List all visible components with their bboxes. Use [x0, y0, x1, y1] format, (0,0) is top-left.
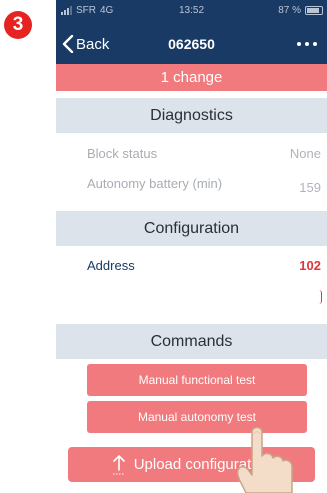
- page-title: 062650: [168, 36, 215, 52]
- address-label: Address: [87, 258, 135, 273]
- screenshot-stage: 3 SFR 4G 13:52 87 % Back 062650 1 change…: [0, 0, 327, 493]
- scroll-indicator: [319, 290, 322, 304]
- change-banner[interactable]: 1 change: [56, 64, 327, 91]
- battery-percent: 87 %: [278, 5, 301, 16]
- step-number: 3: [12, 14, 24, 35]
- address-value[interactable]: 102: [299, 258, 321, 273]
- navigation-bar: Back 062650: [56, 24, 327, 64]
- configuration-header: Configuration: [56, 211, 327, 246]
- more-icon: [297, 42, 301, 46]
- battery-icon: [305, 6, 323, 15]
- step-badge: 3: [4, 11, 32, 39]
- status-bar: SFR 4G 13:52 87 %: [56, 0, 327, 24]
- upload-label: Upload configuration: [133, 456, 272, 473]
- battery-indicator: 87 %: [278, 5, 323, 16]
- block-status-label: Block status: [87, 146, 158, 161]
- autonomy-battery-label: Autonomy battery (min): [87, 176, 223, 191]
- upload-icon: [112, 454, 126, 476]
- manual-functional-test-button[interactable]: Manual functional test: [87, 364, 307, 396]
- commands-header: Commands: [56, 324, 327, 359]
- block-status-value: None: [289, 146, 321, 161]
- autonomy-battery-value: 159: [299, 180, 321, 195]
- upload-configuration-button[interactable]: Upload configuration: [68, 447, 315, 482]
- phone-screen: SFR 4G 13:52 87 % Back 062650 1 change D…: [56, 0, 327, 493]
- diagnostics-header: Diagnostics: [56, 98, 327, 133]
- manual-autonomy-test-button[interactable]: Manual autonomy test: [87, 401, 307, 433]
- more-options-button[interactable]: [297, 24, 317, 64]
